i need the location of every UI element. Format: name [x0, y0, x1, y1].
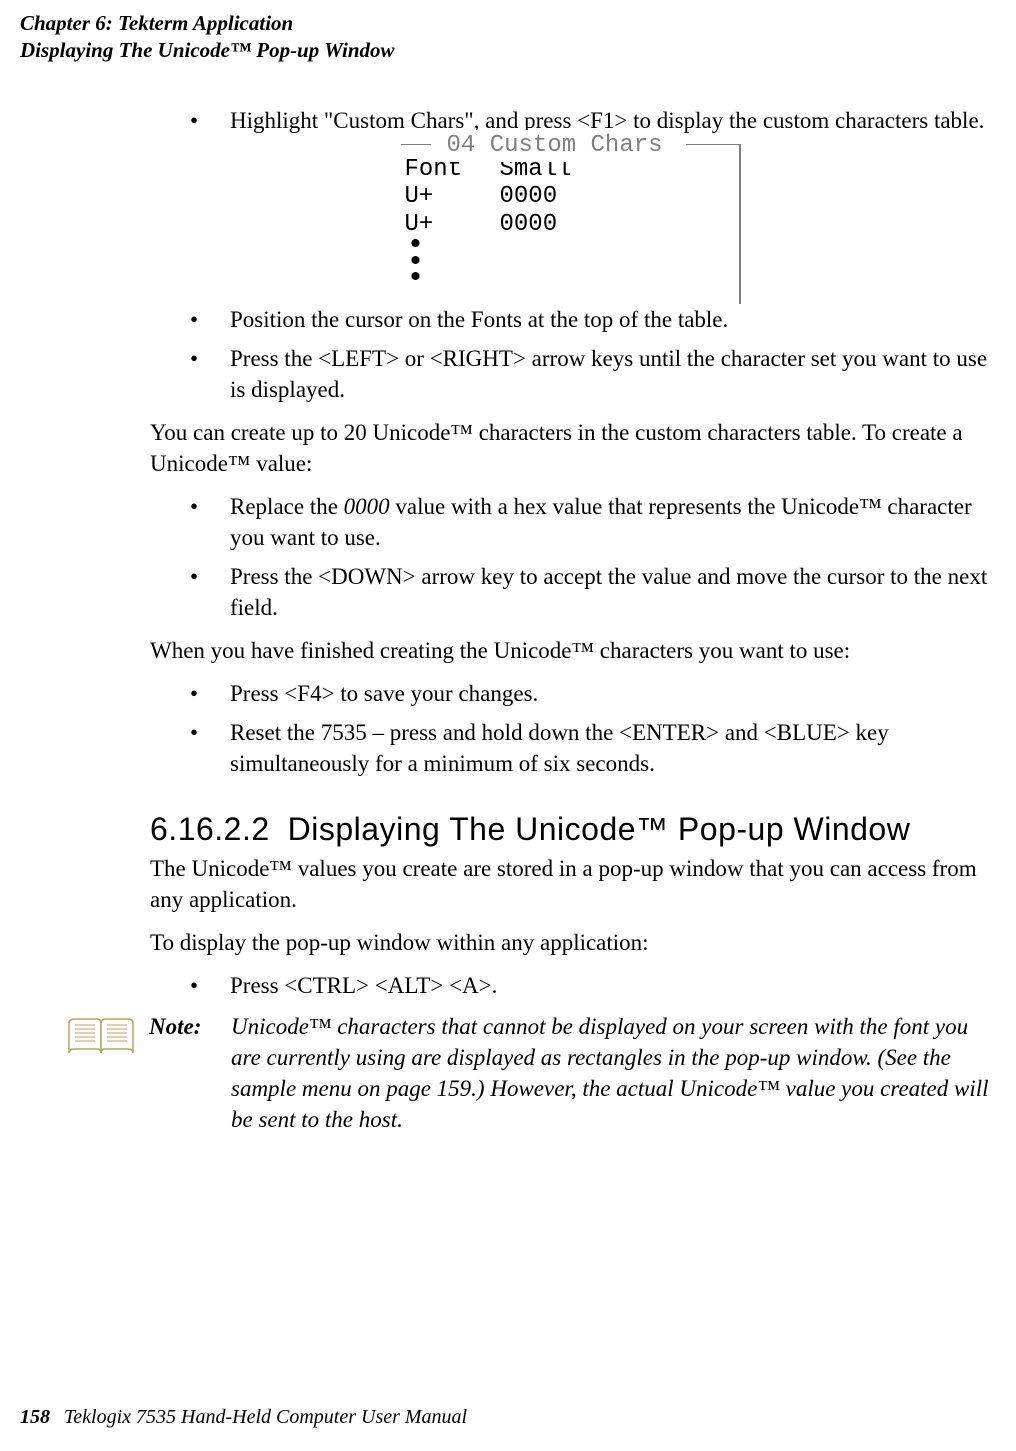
bullet-text: Reset the 7535 – press and hold down the…: [230, 717, 991, 779]
list-item: • Press <F4> to save your changes.: [190, 678, 991, 709]
ellipsis-dot: •: [405, 255, 737, 272]
bullet-marker: •: [190, 343, 230, 405]
bullet-text: Press the <LEFT> or <RIGHT> arrow keys u…: [230, 343, 991, 405]
bullet-marker: •: [190, 304, 230, 335]
row-value: 0000: [500, 211, 558, 239]
bullet-marker: •: [190, 717, 230, 779]
body-paragraph: You can create up to 20 Unicode™ charact…: [150, 417, 991, 479]
table-row: U+ 0000: [405, 183, 737, 211]
book-icon: [65, 1013, 137, 1061]
bullet-marker: •: [190, 970, 230, 1001]
section-line: Displaying The Unicode™ Pop-up Window: [20, 37, 1016, 64]
bullet-marker: •: [190, 561, 230, 623]
list-item: • Press the <DOWN> arrow key to accept t…: [190, 561, 991, 623]
note-label: Note:: [149, 1011, 231, 1042]
page-number: 158: [20, 1406, 50, 1428]
box-border-top-left: [401, 144, 431, 146]
custom-chars-panel: 04 Custom Chars Font Small U+ 0000 U+ 00…: [401, 144, 741, 292]
section-title: Displaying The Unicode™ Pop-up Window: [288, 811, 911, 847]
body-paragraph: The Unicode™ values you create are store…: [150, 853, 991, 915]
row-value: 0000: [500, 183, 558, 211]
page-footer: 158 Teklogix 7535 Hand-Held Computer User…: [20, 1406, 467, 1429]
bullet-list-3: • Replace the 0000 value with a hex valu…: [190, 491, 991, 623]
ellipsis-dot: •: [405, 271, 737, 288]
list-item: • Press the <LEFT> or <RIGHT> arrow keys…: [190, 343, 991, 405]
section-heading: 6.16.2.2 Displaying The Unicode™ Pop-up W…: [150, 808, 991, 851]
bullet-marker: •: [190, 491, 230, 553]
bullet-marker: •: [190, 105, 230, 136]
table-row: U+ 0000: [405, 211, 737, 239]
bullet-text: Press the <DOWN> arrow key to accept the…: [230, 561, 991, 623]
custom-chars-content: Font Small U+ 0000 U+ 0000 • • •: [401, 144, 741, 292]
row-label: U+: [405, 183, 500, 211]
bullet-text: Replace the 0000 value with a hex value …: [230, 491, 991, 553]
bullet-list-5: • Press <CTRL> <ALT> <A>.: [190, 970, 991, 1001]
box-border-right: [739, 144, 741, 304]
page-header: Chapter 6: Tekterm Application Displayin…: [0, 0, 1016, 65]
bullet-text: Press <CTRL> <ALT> <A>.: [230, 970, 991, 1001]
body-paragraph: To display the pop-up window within any …: [150, 927, 991, 958]
text-italic: 0000: [344, 494, 390, 519]
custom-chars-title: 04 Custom Chars: [441, 130, 669, 162]
list-item: • Press <CTRL> <ALT> <A>.: [190, 970, 991, 1001]
chapter-line: Chapter 6: Tekterm Application: [20, 10, 1016, 37]
bullet-text: Press <F4> to save your changes.: [230, 678, 991, 709]
bullet-marker: •: [190, 678, 230, 709]
note-block: Note: Unicode™ characters that cannot be…: [65, 1011, 991, 1135]
list-item: • Position the cursor on the Fonts at th…: [190, 304, 991, 335]
bullet-text: Position the cursor on the Fonts at the …: [230, 304, 991, 335]
note-text: Unicode™ characters that cannot be displ…: [231, 1011, 991, 1135]
bullet-list-2: • Position the cursor on the Fonts at th…: [190, 304, 991, 405]
box-border-top-right: [686, 144, 741, 146]
manual-title: Teklogix 7535 Hand-Held Computer User Ma…: [64, 1406, 467, 1428]
body-paragraph: When you have finished creating the Unic…: [150, 635, 991, 666]
list-item: • Reset the 7535 – press and hold down t…: [190, 717, 991, 779]
text-prefix: Replace the: [230, 494, 344, 519]
page-content: • Highlight "Custom Chars", and press <F…: [0, 65, 1016, 1136]
section-number: 6.16.2.2: [150, 811, 270, 847]
ellipsis-dot: •: [405, 238, 737, 255]
list-item: • Replace the 0000 value with a hex valu…: [190, 491, 991, 553]
bullet-list-4: • Press <F4> to save your changes. • Res…: [190, 678, 991, 779]
